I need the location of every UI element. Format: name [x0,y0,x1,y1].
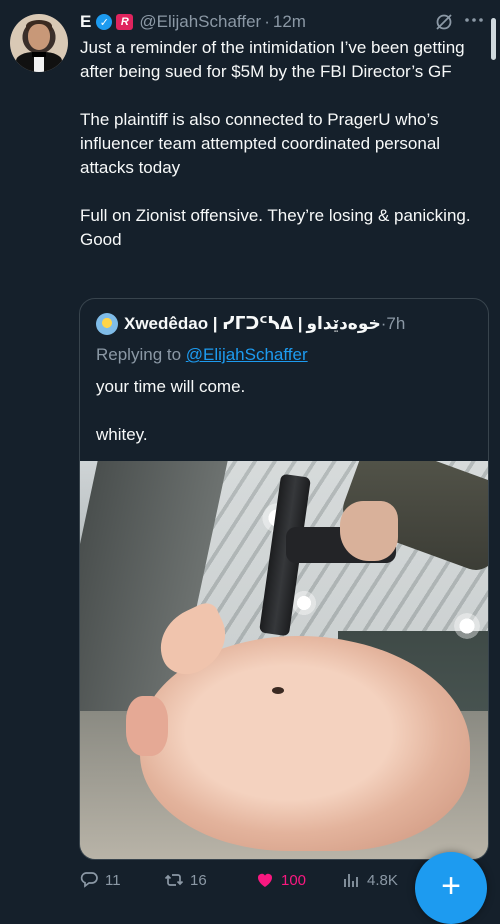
repost-count: 16 [190,871,207,889]
media-light [452,611,482,641]
reply-icon [80,872,98,888]
like-button[interactable]: 100 [255,866,306,894]
view-count: 4.8K [367,871,398,889]
display-name[interactable]: E [80,12,91,32]
media-pig-snout [126,696,168,756]
scrollbar[interactable] [491,18,496,60]
quote-avatar[interactable] [96,313,118,335]
views-icon [344,874,358,887]
tweet-text: Just a reminder of the intimidation I’ve… [80,38,471,249]
compose-button[interactable]: + [415,852,487,924]
quoted-tweet[interactable]: Xwedêdao | ᓯᒥᑐᑦᓴᐃ | خوەدێداو · 7h Replyi… [79,298,489,860]
more-icon[interactable] [462,10,486,30]
check-badge-icon: ✓ [96,14,113,30]
reply-button[interactable]: 11 [79,866,121,894]
quote-header: Xwedêdao | ᓯᒥᑐᑦᓴᐃ | خوەدێداو · 7h [96,313,405,335]
quote-timestamp[interactable]: 7h [386,314,405,334]
timestamp[interactable]: 12m [273,12,306,32]
views-button[interactable]: 4.8K [341,866,398,894]
handle[interactable]: @ElijahSchaffer [139,12,261,32]
heart-icon [257,873,273,887]
avatar-face [28,24,50,50]
repost-icon [164,874,184,886]
replying-label: Replying to [96,345,182,364]
replying-to: Replying to @ElijahSchaffer [96,345,308,365]
avatar-bowtie [32,52,46,57]
media-pig-eye [272,687,284,694]
like-count: 100 [281,871,307,889]
quote-text: your time will come. whitey. [96,377,246,444]
affiliate-badge-icon[interactable]: R [116,14,134,30]
repost-button[interactable]: 16 [164,866,207,894]
avatar[interactable] [10,14,68,72]
quote-display-name-alt[interactable]: خوەدێداو [306,314,380,334]
quote-media-image[interactable] [80,461,488,859]
replying-handle[interactable]: @ElijahSchaffer [186,345,308,364]
media-hand [340,501,398,561]
reply-count: 11 [105,871,121,889]
separator: · [264,12,270,31]
tweet-header: E ✓ R @ElijahSchaffer · 12m [80,10,306,34]
grok-icon[interactable] [434,12,454,32]
quote-display-name[interactable]: Xwedêdao | ᓯᒥᑐᑦᓴᐃ | [124,314,302,334]
tweet[interactable]: E ✓ R @ElijahSchaffer · 12m Just a remin… [0,0,500,924]
